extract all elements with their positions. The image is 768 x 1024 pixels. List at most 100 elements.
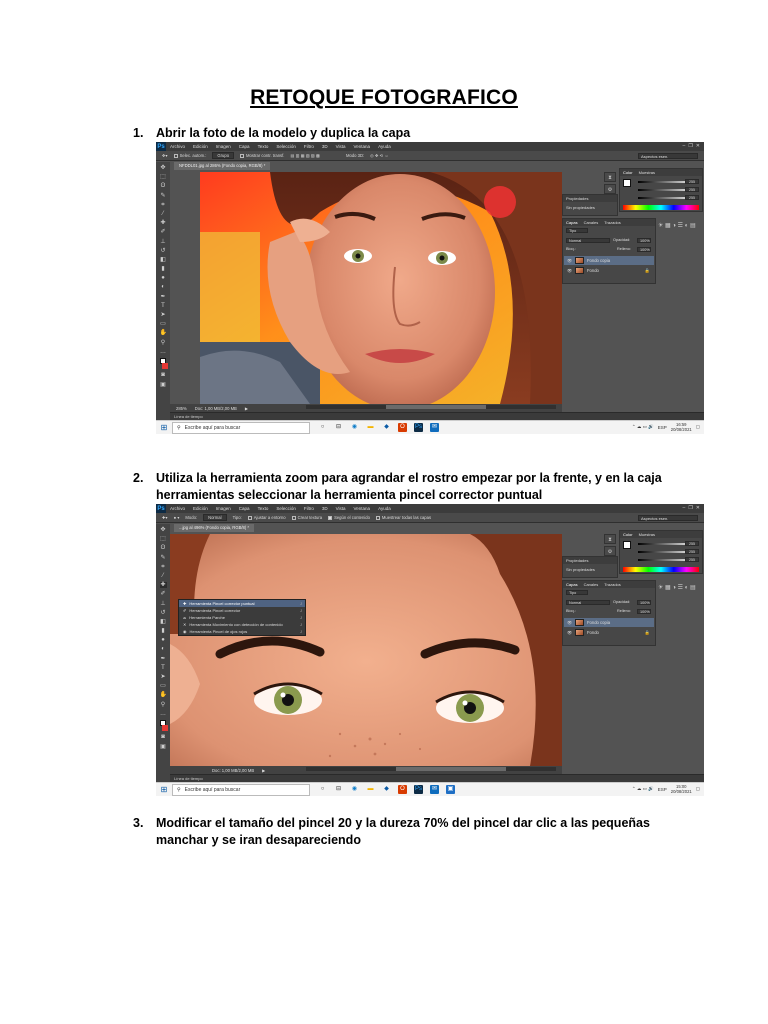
shape-tool-icon[interactable]: ▭ [160, 683, 167, 689]
eraser-tool-icon[interactable]: ◧ [160, 619, 167, 625]
auto-select-checkbox[interactable] [173, 153, 178, 158]
mode-dropdown[interactable]: Normal [203, 514, 227, 521]
pen-tool-icon[interactable]: ✒ [160, 294, 167, 300]
menu-3d[interactable]: 3D [322, 144, 328, 149]
photoshop-taskbar-icon[interactable]: Ps [414, 785, 423, 794]
quick-mask-icon[interactable]: ◙ [160, 734, 167, 740]
brush-size-icon[interactable]: ● ▾ [174, 515, 180, 520]
layer-kind-filter[interactable]: Tipo [566, 228, 588, 233]
language-indicator[interactable]: ESP [658, 787, 667, 792]
clock[interactable]: 16:59 20/08/2021 [671, 422, 692, 432]
photo-canvas[interactable] [200, 172, 562, 404]
path-select-tool-icon[interactable]: ➤ [160, 312, 167, 318]
blend-mode-select[interactable]: Normal [566, 600, 610, 605]
red-value[interactable]: 255 [685, 179, 699, 184]
minimize-button[interactable]: – [683, 143, 686, 149]
timeline-panel[interactable]: Línea de tiempo [170, 774, 704, 782]
widgets-icon[interactable]: ⊟ [334, 785, 343, 794]
menu-ventana[interactable]: Ventana [354, 144, 371, 149]
brush-tool-icon[interactable]: ✐ [160, 229, 167, 235]
history-brush-tool-icon[interactable]: ↺ [160, 248, 167, 254]
menu-filtro[interactable]: Filtro [304, 144, 314, 149]
layer-row[interactable]: 👁 Fondo copia [564, 256, 654, 265]
maximize-button[interactable]: ❐ [688, 143, 692, 149]
history-panel-icon[interactable]: ⧗ [604, 534, 616, 544]
taskbar-search[interactable]: ⚲ Escribe aquí para buscar [172, 421, 310, 434]
scrollbar-thumb[interactable] [396, 767, 506, 771]
quick-select-tool-icon[interactable]: ✎ [160, 193, 167, 199]
eye-icon[interactable]: 👁 [567, 258, 572, 263]
language-indicator[interactable]: ESP [658, 425, 667, 430]
edge-icon[interactable]: ◉ [350, 785, 359, 794]
menu-capa[interactable]: Capa [239, 506, 250, 511]
patch-tool-item[interactable]: ⌓ Herramienta Parche J [179, 614, 305, 621]
store-icon[interactable]: ◆ [382, 423, 391, 432]
fill-value[interactable]: 100% [637, 247, 651, 252]
windows-start-icon[interactable]: ⊞ [156, 421, 172, 435]
tab-swatches[interactable]: Muestras [639, 531, 655, 538]
office-icon[interactable]: O [398, 785, 407, 794]
eyedropper-tool-icon[interactable]: ⁄ [160, 573, 167, 579]
layer-row[interactable]: 👁 Fondo 🔒 [564, 628, 654, 637]
menu-ventana[interactable]: Ventana [354, 506, 371, 511]
menu-vista[interactable]: Vista [336, 144, 346, 149]
tab-paths[interactable]: Trazados [604, 219, 621, 226]
crop-tool-icon[interactable]: ⌗ [160, 202, 167, 208]
menu-filtro[interactable]: Filtro [304, 506, 314, 511]
mode-3d-icons[interactable]: ◎ ✥ ⟲ ⇔ [370, 153, 388, 158]
tab-channels[interactable]: Canales [584, 581, 599, 588]
minimize-button[interactable]: – [683, 505, 686, 511]
horizontal-scrollbar[interactable] [306, 405, 556, 409]
tab-layers[interactable]: Capas [566, 581, 578, 588]
tab-color[interactable]: Color [623, 531, 633, 538]
menu-vista[interactable]: Vista [336, 506, 346, 511]
menu-texto[interactable]: Texto [258, 144, 269, 149]
opacity-value[interactable]: 100% [637, 238, 651, 243]
content-aware-radio[interactable] [328, 515, 333, 520]
status-arrow-icon[interactable]: ▶ [262, 768, 265, 773]
color-spectrum[interactable] [623, 205, 699, 210]
menu-3d[interactable]: 3D [322, 506, 328, 511]
move-tool-icon[interactable]: ✥ [160, 165, 167, 171]
red-eye-item[interactable]: ◉ Herramienta Pincel de ojos rojos J [179, 628, 305, 635]
task-view-icon[interactable]: ○ [318, 423, 327, 432]
photoshop-taskbar-icon[interactable]: Ps [414, 423, 423, 432]
tab-layers[interactable]: Capas [566, 219, 578, 226]
menu-texto[interactable]: Texto [258, 506, 269, 511]
close-button[interactable]: ✕ [696, 505, 700, 511]
eraser-tool-icon[interactable]: ◧ [160, 257, 167, 263]
workspace-select[interactable]: Aspectos esen. [638, 515, 698, 521]
blur-tool-icon[interactable]: ● [160, 275, 167, 281]
background-color-swatch[interactable] [162, 363, 168, 370]
tab-paths[interactable]: Trazados [604, 581, 621, 588]
gradient-tool-icon[interactable]: ▮ [160, 266, 167, 272]
quick-mask-icon[interactable]: ◙ [160, 372, 167, 378]
green-value[interactable]: 255 [685, 187, 699, 192]
healing-brush-item[interactable]: ✐ Herramienta Pincel corrector J [179, 607, 305, 614]
photo-canvas[interactable] [170, 534, 562, 766]
dodge-tool-icon[interactable]: ◐ [160, 284, 167, 290]
zoom-tool-icon[interactable]: ⚲ [160, 340, 167, 346]
widgets-icon[interactable]: ⊟ [334, 423, 343, 432]
brush-tool-icon[interactable]: ✐ [160, 591, 167, 597]
document-tab[interactable]: NFDDL01.jpg al 286% (Fondo copia, RGB/8)… [174, 162, 271, 170]
marquee-tool-icon[interactable]: ⬚ [160, 536, 167, 542]
windows-start-icon[interactable]: ⊞ [156, 783, 172, 797]
shape-tool-icon[interactable]: ▭ [160, 321, 167, 327]
menu-imagen[interactable]: Imagen [216, 506, 231, 511]
lasso-tool-icon[interactable]: ʘ [160, 545, 167, 551]
layer-row[interactable]: 👁 Fondo 🔒 [564, 266, 654, 275]
align-icons[interactable]: ▤ ▥ ▦ ▧ ▨ ▩ [290, 153, 320, 158]
menu-seleccion[interactable]: Selección [276, 144, 296, 149]
create-texture-radio[interactable] [291, 515, 296, 520]
blue-value[interactable]: 255 [685, 195, 699, 200]
hand-tool-icon[interactable]: ✋ [160, 330, 167, 336]
type-tool-icon[interactable]: T [160, 665, 167, 671]
transform-controls-checkbox[interactable] [240, 153, 245, 158]
workspace-select[interactable]: Aspectos esen. [638, 153, 698, 159]
lasso-tool-icon[interactable]: ʘ [160, 183, 167, 189]
spot-healing-brush-item[interactable]: ✚ Herramienta Pincel corrector puntual J [179, 600, 305, 607]
maximize-button[interactable]: ❐ [688, 505, 692, 511]
menu-archivo[interactable]: Archivo [170, 144, 185, 149]
eye-icon[interactable]: 👁 [567, 620, 572, 625]
